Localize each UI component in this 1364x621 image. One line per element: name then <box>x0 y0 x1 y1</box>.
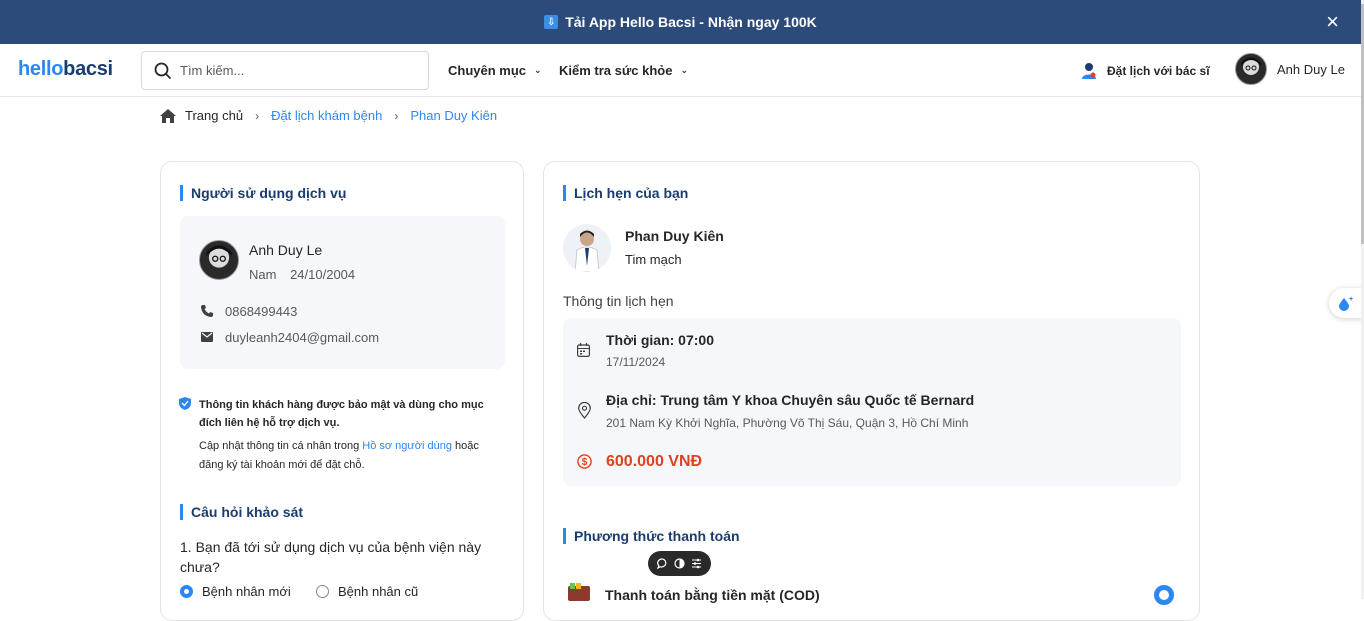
option-old-patient[interactable]: Bệnh nhân cũ <box>316 584 418 599</box>
floating-toolbar[interactable] <box>648 551 711 576</box>
svg-text:$: $ <box>582 457 588 468</box>
wallet-icon <box>568 583 590 601</box>
privacy-update: Cập nhật thông tin cá nhân trong Hồ sơ n… <box>199 440 479 471</box>
appointment-time: Thời gian: 07:00 <box>606 332 714 348</box>
search-input[interactable] <box>180 63 400 78</box>
menu-chuyen-muc[interactable]: Chuyên mục ⌄ <box>448 63 542 78</box>
search-icon <box>154 62 172 79</box>
breadcrumb: Trang chủ › Đặt lịch khám bệnh › Phan Du… <box>160 108 497 123</box>
appointment-address: 201 Nam Kỳ Khởi Nghĩa, Phường Võ Thị Sáu… <box>606 416 969 430</box>
comment-icon[interactable] <box>657 558 668 569</box>
download-icon: ⇩ <box>544 15 559 29</box>
radio-selected[interactable] <box>180 585 193 598</box>
home-icon[interactable] <box>160 108 176 123</box>
menu-kiem-tra-suc-khoe[interactable]: Kiểm tra sức khỏe ⌄ <box>559 63 688 78</box>
breadcrumb-booking[interactable]: Đặt lịch khám bệnh <box>271 108 382 123</box>
user-menu[interactable]: Anh Duy Le <box>1235 53 1345 85</box>
doctor-avatar <box>563 224 611 272</box>
chevron-down-icon: ⌄ <box>534 65 542 75</box>
user-full-name: Anh Duy Le <box>249 242 323 258</box>
doctor-specialty: Tim mạch <box>625 252 682 267</box>
side-widget-button[interactable] <box>1329 288 1363 318</box>
logo[interactable]: hellobacsi <box>18 58 113 81</box>
close-icon[interactable]: × <box>1326 11 1339 33</box>
chevron-right-icon: › <box>255 108 260 123</box>
section-title-payment: Phương thức thanh toán <box>563 528 740 544</box>
book-doctor-link[interactable]: Đặt lịch với bác sĩ <box>1080 62 1210 80</box>
promo-banner[interactable]: ⇩ Tải App Hello Bacsi - Nhận ngay 100K × <box>0 0 1361 44</box>
chevron-right-icon: › <box>394 108 399 123</box>
settings-sliders-icon[interactable] <box>691 558 702 569</box>
top-navbar: hellobacsi Chuyên mục⌄ Kiểm tra sức khỏe… <box>0 45 1361 97</box>
user-phone: 0868499443 <box>225 304 298 319</box>
radio-unselected[interactable] <box>316 585 329 598</box>
profile-link[interactable]: Hồ sơ người dùng <box>362 440 452 452</box>
dollar-icon: $ <box>577 454 592 469</box>
promo-text[interactable]: Tải App Hello Bacsi - Nhận ngay 100K <box>565 14 817 30</box>
mail-icon <box>201 332 213 342</box>
location-pin-icon <box>578 402 591 419</box>
avatar <box>1235 53 1267 85</box>
appointment-card: Lịch hẹn của bạn Phan Duy Kiên Tim mạch … <box>543 161 1200 621</box>
user-info-card: Người sử dụng dịch vụ Anh Duy Le Nam 24/… <box>160 161 524 621</box>
privacy-note: Thông tin khách hàng được bảo mật và dùn… <box>199 399 484 429</box>
user-name[interactable]: Anh Duy Le <box>1277 62 1345 77</box>
survey-question: 1. Bạn đã tới sử dụng dịch vụ của bệnh v… <box>180 539 482 575</box>
user-email: duyleanh2404@gmail.com <box>225 330 380 345</box>
user-gender: Nam <box>249 267 277 282</box>
appointment-info-title: Thông tin lịch hẹn <box>563 293 674 309</box>
breadcrumb-home[interactable]: Trang chủ <box>185 108 243 123</box>
shield-icon <box>179 397 191 410</box>
option-new-patient[interactable]: Bệnh nhân mới <box>180 584 291 599</box>
chevron-down-icon: ⌄ <box>680 65 689 75</box>
user-profile-box: Anh Duy Le Nam 24/10/2004 0868499443 duy… <box>180 216 505 369</box>
user-dob: 24/10/2004 <box>290 267 356 282</box>
appointment-date: 17/11/2024 <box>606 355 666 369</box>
section-title-user: Người sử dụng dịch vụ <box>180 185 346 201</box>
appointment-price: 600.000 VNĐ <box>606 453 703 470</box>
water-drop-icon <box>1339 296 1354 311</box>
contrast-icon[interactable] <box>674 558 685 569</box>
payment-cod-radio[interactable] <box>1154 585 1174 605</box>
section-title-survey: Câu hỏi khảo sát <box>180 504 303 520</box>
payment-cod-label[interactable]: Thanh toán bằng tiền mặt (COD) <box>605 587 820 603</box>
doctor-name: Phan Duy Kiên <box>625 228 724 244</box>
doctor-icon <box>1082 63 1096 79</box>
search-box[interactable] <box>141 51 429 90</box>
user-avatar <box>199 240 239 280</box>
phone-icon <box>201 305 213 317</box>
appointment-address-title: Địa chỉ: Trung tâm Y khoa Chuyên sâu Quố… <box>606 392 975 408</box>
section-title-appointment: Lịch hẹn của bạn <box>563 185 688 201</box>
calendar-icon <box>577 343 590 357</box>
appointment-details-box: Thời gian: 07:00 17/11/2024 Địa chỉ: Tru… <box>563 318 1181 486</box>
breadcrumb-doctor[interactable]: Phan Duy Kiên <box>410 108 497 123</box>
